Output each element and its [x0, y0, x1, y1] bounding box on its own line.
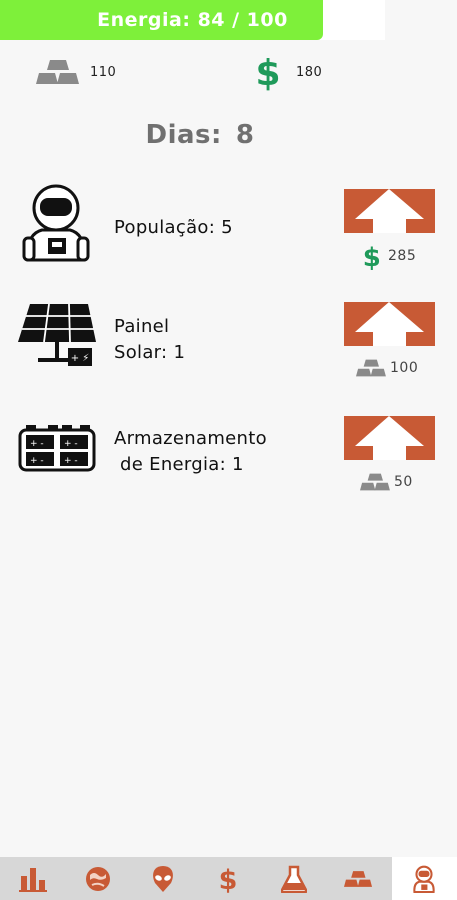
- energy-storage-label-line1: Armazenamento: [114, 428, 267, 449]
- upgrade-population-button[interactable]: [344, 189, 435, 233]
- days-label: Dias:: [145, 120, 222, 150]
- svg-text:+ -: + -: [30, 456, 44, 466]
- svg-text:$: $: [219, 865, 238, 894]
- population-cost-value: 285: [388, 248, 417, 264]
- app-screen: Energia: 84 / 100 110 $ 180 Dias: 8 Popul…: [0, 0, 457, 900]
- svg-text:$: $: [255, 53, 280, 91]
- nav-planet[interactable]: [65, 857, 130, 900]
- dollar-icon: $: [255, 53, 280, 91]
- population-label: População: 5: [114, 217, 233, 238]
- solar-panel-cost-value: 100: [390, 360, 419, 376]
- energy-label: Energia: 84 / 100: [97, 9, 288, 31]
- solar-panel-icon: + ⚡: [18, 303, 96, 366]
- energy-bar: Energia: 84 / 100: [0, 0, 385, 40]
- bottom-nav: $: [0, 857, 457, 900]
- money-resource: $ 180: [254, 53, 323, 91]
- battery-storage-icon: + - + - + - + -: [18, 425, 96, 472]
- money-value: 180: [296, 64, 323, 80]
- solar-panel-cost: 100: [356, 358, 418, 378]
- astronaut-icon: [22, 184, 90, 262]
- alien-icon: [153, 865, 174, 892]
- astronaut-icon: [413, 865, 436, 893]
- energy-storage-cost-value: 50: [394, 474, 413, 490]
- bar-chart-icon: [18, 867, 47, 892]
- nav-alien[interactable]: [131, 857, 196, 900]
- svg-text:+ -: + -: [64, 456, 78, 466]
- svg-text:+ ⚡: + ⚡: [71, 353, 90, 364]
- nav-stats[interactable]: [0, 857, 65, 900]
- planet-icon: [85, 866, 110, 891]
- arrow-up-icon: [355, 416, 424, 460]
- nav-population[interactable]: [391, 857, 457, 900]
- dollar-icon: $: [363, 243, 382, 270]
- gold-bars-icon: [360, 473, 390, 491]
- svg-text:+ -: + -: [64, 439, 78, 449]
- days-counter: Dias: 8: [0, 120, 400, 150]
- gold-resource: 110: [36, 54, 116, 90]
- gold-bars-icon: [36, 60, 79, 84]
- gold-value: 110: [90, 64, 117, 80]
- energy-storage-label: Armazenamento de Energia: 1: [114, 426, 267, 478]
- solar-panel-label-line2: Solar: 1: [114, 342, 186, 363]
- upgrade-energy-storage-button[interactable]: [344, 416, 435, 460]
- svg-text:+ -: + -: [30, 439, 44, 449]
- population-cost: $ 285: [362, 242, 416, 270]
- gold-bars-icon: [356, 359, 386, 377]
- arrow-up-icon: [355, 302, 424, 346]
- nav-resources[interactable]: [326, 857, 391, 900]
- nav-money[interactable]: $: [196, 857, 261, 900]
- upgrade-solar-panel-button[interactable]: [344, 302, 435, 346]
- gold-bars-icon: [344, 870, 373, 887]
- solar-panel-label: Painel Solar: 1: [114, 314, 185, 366]
- solar-panel-label-line1: Painel: [114, 316, 170, 337]
- nav-research[interactable]: [261, 857, 326, 900]
- energy-storage-cost: 50: [360, 472, 413, 492]
- flask-icon: [280, 865, 307, 893]
- dollar-icon: $: [219, 865, 238, 894]
- energy-storage-label-line2: de Energia: 1: [114, 454, 244, 475]
- days-value: 8: [235, 120, 255, 150]
- svg-text:$: $: [363, 243, 382, 270]
- arrow-up-icon: [355, 189, 424, 233]
